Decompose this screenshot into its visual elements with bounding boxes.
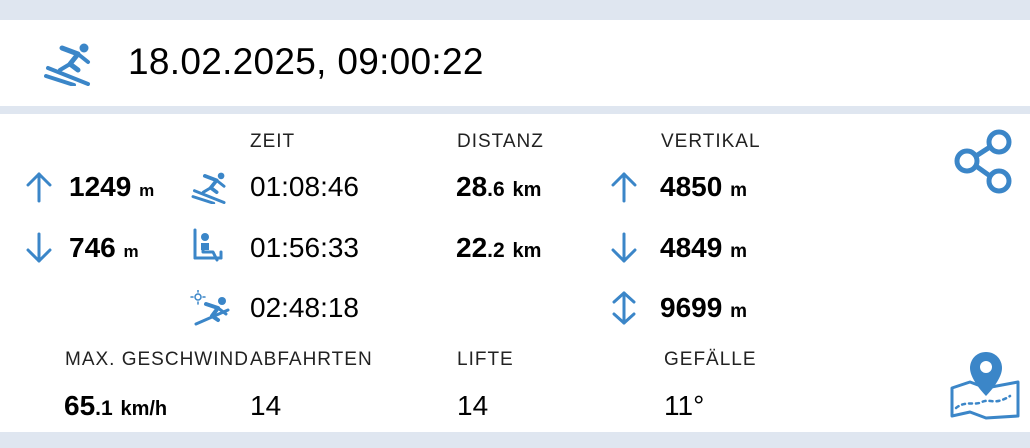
max-speed-int: 65	[64, 390, 96, 421]
max-altitude-unit: m	[139, 181, 155, 200]
vertikal-total-value: 9699 m	[660, 292, 747, 324]
distanz-lift-int: 22	[456, 232, 488, 263]
vertikal-up-value: 4850 m	[660, 171, 747, 203]
distanz-abfahrt-int: 28	[456, 171, 488, 202]
vertikal-total-number: 9699	[660, 292, 723, 323]
vertikal-up-unit: m	[730, 180, 747, 201]
distanz-abfahrt-unit: km	[512, 179, 542, 201]
ski-downhill-icon	[191, 172, 226, 204]
lifte-value: 14	[457, 390, 489, 421]
lifte-label: LIFTE	[457, 349, 514, 370]
zeit-lift-value: 01:56:33	[250, 232, 359, 263]
abfahrten-value: 14	[250, 390, 282, 421]
arrow-down-icon	[26, 232, 52, 263]
share-icon[interactable]	[953, 128, 1015, 194]
vertikal-down-unit: m	[730, 241, 747, 262]
vertikal-column-label: VERTIKAL	[661, 131, 761, 152]
max-altitude-value: 1249 m	[69, 171, 154, 203]
skier-icon	[44, 43, 90, 86]
header-separator	[0, 106, 1030, 114]
abfahrten-label: ABFAHRTEN	[250, 349, 373, 370]
gefaelle-value: 11°	[664, 390, 705, 421]
min-altitude-number: 746	[69, 232, 116, 263]
vertical-up-icon	[611, 172, 637, 203]
vertikal-down-number: 4849	[660, 232, 723, 263]
distanz-abfahrt-value: 28.6 km	[456, 171, 541, 203]
distanz-abfahrt-dec: .6	[487, 178, 505, 201]
max-speed-unit: km/h	[120, 398, 168, 420]
bottom-separator	[0, 432, 1030, 448]
max-speed-dec: .1	[95, 397, 113, 420]
ski-sun-total-icon	[190, 290, 230, 326]
zeit-gesamt-value: 02:48:18	[250, 292, 359, 323]
distanz-column-label: DISTANZ	[457, 131, 544, 152]
gefaelle-label: GEFÄLLE	[664, 349, 757, 370]
activity-date-title: 18.02.2025, 09:00:22	[128, 41, 484, 82]
chairlift-icon	[193, 228, 223, 262]
distanz-lift-unit: km	[512, 240, 542, 262]
zeit-column-label: ZEIT	[250, 131, 296, 152]
min-altitude-unit: m	[123, 242, 139, 261]
distanz-lift-value: 22.2 km	[456, 232, 541, 264]
vertikal-total-unit: m	[730, 301, 747, 322]
max-speed-label: MAX. GESCHWINDIGKEIT	[65, 349, 250, 370]
activity-header: 18.02.2025, 09:00:22	[0, 20, 1030, 106]
vertical-down-icon	[611, 232, 637, 263]
max-altitude-number: 1249	[69, 171, 132, 202]
distanz-lift-dec: .2	[487, 239, 505, 262]
top-separator	[0, 0, 1030, 20]
vertikal-down-value: 4849 m	[660, 232, 747, 264]
vertikal-up-number: 4850	[660, 171, 723, 202]
vertical-updown-icon	[612, 291, 636, 325]
zeit-abfahrt-value: 01:08:46	[250, 171, 359, 202]
map-pin-icon[interactable]	[948, 348, 1022, 420]
arrow-up-icon	[26, 172, 52, 203]
max-speed-value: 65.1 km/h	[64, 390, 167, 422]
min-altitude-value: 746 m	[69, 232, 139, 264]
